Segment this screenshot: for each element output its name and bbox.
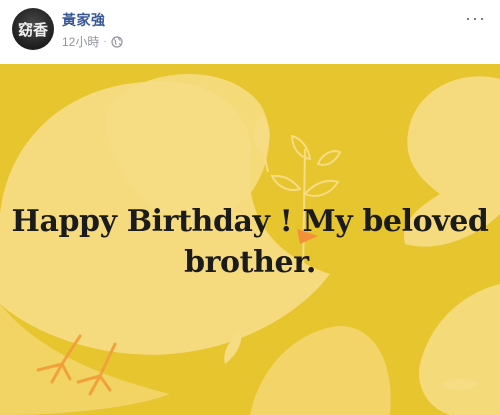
avatar-text: 窈香	[18, 21, 48, 39]
post-header: 窈香 黃家強 12小時 · ···	[0, 0, 500, 66]
message-line-1: Happy Birthday ! My beloved	[11, 204, 489, 239]
birthday-card-image[interactable]: Happy Birthday ! My beloved brother.	[0, 64, 500, 415]
facebook-post: 窈香 黃家強 12小時 · ··· Happy Birthday ! My be…	[0, 0, 500, 415]
globe-icon[interactable]	[111, 35, 123, 48]
post-timestamp[interactable]: 12小時	[62, 33, 99, 50]
birthday-message: Happy Birthday ! My beloved brother.	[0, 201, 500, 283]
avatar-image: 窈香	[18, 21, 48, 39]
post-meta: 12小時 ·	[62, 33, 123, 50]
more-options-icon[interactable]: ···	[465, 8, 486, 29]
author-name[interactable]: 黃家強	[62, 10, 106, 30]
avatar[interactable]: 窈香	[12, 8, 54, 50]
message-line-2: brother.	[184, 245, 316, 280]
meta-separator: ·	[103, 36, 107, 47]
